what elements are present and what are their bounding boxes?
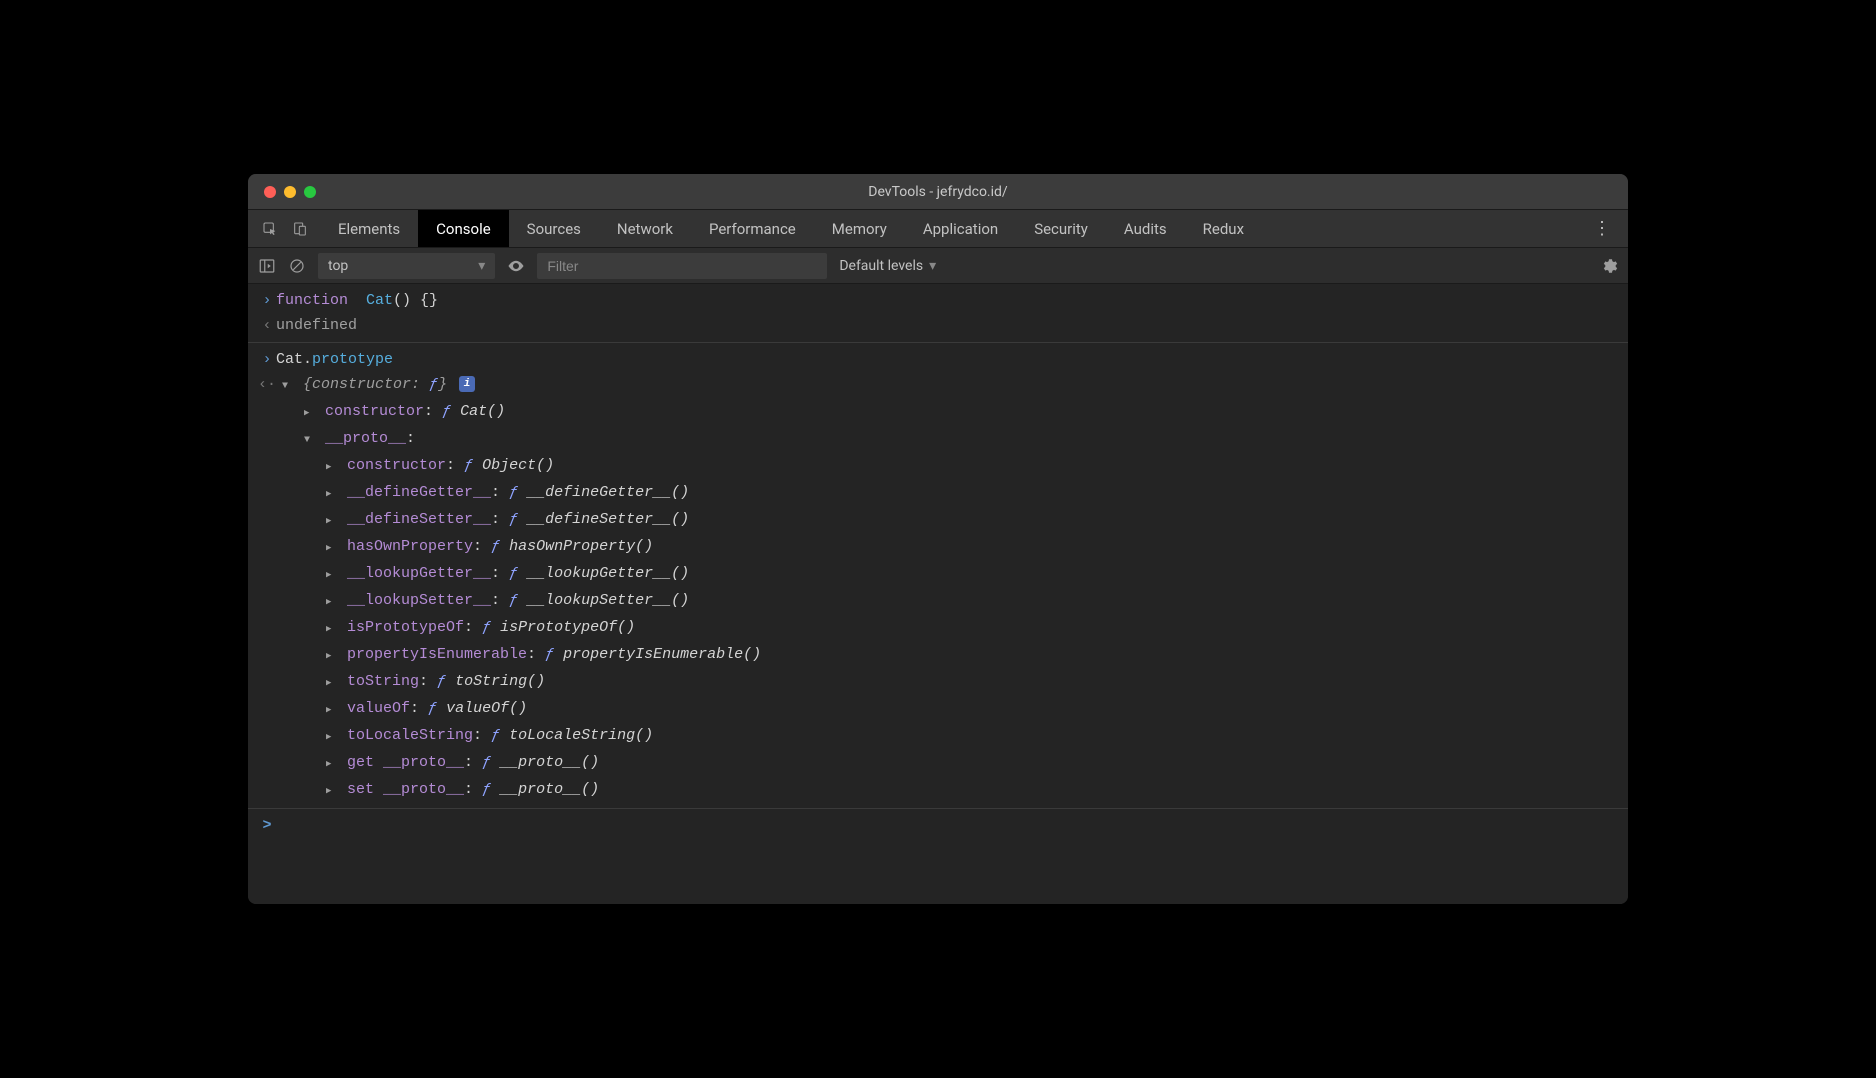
traffic-lights (248, 186, 316, 198)
expand-toggle[interactable] (326, 642, 338, 669)
code-line: function Cat() {} (276, 288, 1618, 313)
maximize-window-button[interactable] (304, 186, 316, 198)
context-label: top (328, 258, 348, 274)
titlebar: DevTools - jefrydco.id/ (248, 174, 1628, 210)
chevron-down-icon: ▾ (478, 258, 485, 274)
clear-console-icon[interactable] (288, 257, 306, 275)
toggle-sidebar-icon[interactable] (258, 257, 276, 275)
tab-console[interactable]: Console (418, 210, 509, 247)
minimize-window-button[interactable] (284, 186, 296, 198)
object-property[interactable]: constructor: ƒ Cat() (248, 399, 1628, 426)
tab-redux[interactable]: Redux (1185, 210, 1262, 247)
live-expression-icon[interactable] (507, 257, 525, 275)
object-property[interactable]: set __proto__: ƒ __proto__() (248, 777, 1628, 804)
expand-toggle[interactable] (282, 372, 294, 399)
window-title: DevTools - jefrydco.id/ (868, 184, 1007, 200)
devtools-window: DevTools - jefrydco.id/ Elements Console… (248, 174, 1628, 904)
expand-toggle[interactable] (326, 750, 338, 777)
console-prompt[interactable]: > (248, 808, 1628, 842)
log-levels-selector[interactable]: Default levels ▾ (839, 258, 936, 274)
filter-input[interactable] (537, 253, 827, 279)
input-marker: › (258, 347, 276, 372)
expand-toggle[interactable] (304, 426, 316, 453)
input-marker: › (258, 288, 276, 313)
object-property[interactable]: propertyIsEnumerable: ƒ propertyIsEnumer… (248, 642, 1628, 669)
tab-network[interactable]: Network (599, 210, 691, 247)
object-property[interactable]: __lookupSetter__: ƒ __lookupSetter__() (248, 588, 1628, 615)
object-property[interactable]: valueOf: ƒ valueOf() (248, 696, 1628, 723)
inspect-icon[interactable] (262, 221, 278, 237)
expand-toggle[interactable] (326, 453, 338, 480)
expand-toggle[interactable] (326, 507, 338, 534)
expand-toggle[interactable] (326, 669, 338, 696)
expand-toggle[interactable] (326, 588, 338, 615)
console-output-line: ‹· {constructor: ƒ} i (248, 372, 1628, 399)
chevron-down-icon: ▾ (929, 258, 936, 274)
close-window-button[interactable] (264, 186, 276, 198)
console-output-line: ‹ undefined (248, 313, 1628, 338)
object-property[interactable]: get __proto__: ƒ __proto__() (248, 750, 1628, 777)
object-property[interactable]: __proto__: (248, 426, 1628, 453)
tab-sources[interactable]: Sources (509, 210, 599, 247)
expand-toggle[interactable] (326, 777, 338, 804)
more-menu-button[interactable]: ⋮ (1592, 218, 1620, 239)
console-input-line: › function Cat() {} (248, 288, 1628, 313)
tab-tools (256, 221, 320, 237)
object-summary[interactable]: {constructor: ƒ} i (276, 372, 1618, 399)
info-badge[interactable]: i (459, 376, 475, 392)
output-value: undefined (276, 313, 1618, 338)
object-property[interactable]: toString: ƒ toString() (248, 669, 1628, 696)
expand-toggle[interactable] (326, 561, 338, 588)
expand-toggle[interactable] (326, 723, 338, 750)
expand-toggle[interactable] (326, 480, 338, 507)
tab-audits[interactable]: Audits (1106, 210, 1185, 247)
output-marker: ‹· (258, 372, 276, 399)
tab-performance[interactable]: Performance (691, 210, 814, 247)
device-toggle-icon[interactable] (292, 221, 308, 237)
context-selector[interactable]: top ▾ (318, 253, 495, 279)
tab-elements[interactable]: Elements (320, 210, 418, 247)
panel-tabs: Elements Console Sources Network Perform… (248, 210, 1628, 248)
expand-toggle[interactable] (304, 399, 316, 426)
expand-toggle[interactable] (326, 534, 338, 561)
prompt-marker: > (258, 813, 276, 838)
tab-security[interactable]: Security (1016, 210, 1106, 247)
expand-toggle[interactable] (326, 696, 338, 723)
object-property[interactable]: hasOwnProperty: ƒ hasOwnProperty() (248, 534, 1628, 561)
code-line: Cat.prototype (276, 347, 1618, 372)
object-property[interactable]: isPrototypeOf: ƒ isPrototypeOf() (248, 615, 1628, 642)
console-toolbar: top ▾ Default levels ▾ (248, 248, 1628, 284)
output-marker: ‹ (258, 313, 276, 338)
object-property[interactable]: constructor: ƒ Object() (248, 453, 1628, 480)
console-input-line: › Cat.prototype (248, 342, 1628, 372)
object-property[interactable]: __defineGetter__: ƒ __defineGetter__() (248, 480, 1628, 507)
object-property[interactable]: toLocaleString: ƒ toLocaleString() (248, 723, 1628, 750)
object-property[interactable]: __defineSetter__: ƒ __defineSetter__() (248, 507, 1628, 534)
expand-toggle[interactable] (326, 615, 338, 642)
tab-memory[interactable]: Memory (814, 210, 905, 247)
tab-application[interactable]: Application (905, 210, 1016, 247)
settings-icon[interactable] (1600, 257, 1618, 275)
levels-label: Default levels (839, 258, 923, 274)
object-property[interactable]: __lookupGetter__: ƒ __lookupGetter__() (248, 561, 1628, 588)
console-body[interactable]: › function Cat() {} ‹ undefined › Cat.pr… (248, 284, 1628, 904)
